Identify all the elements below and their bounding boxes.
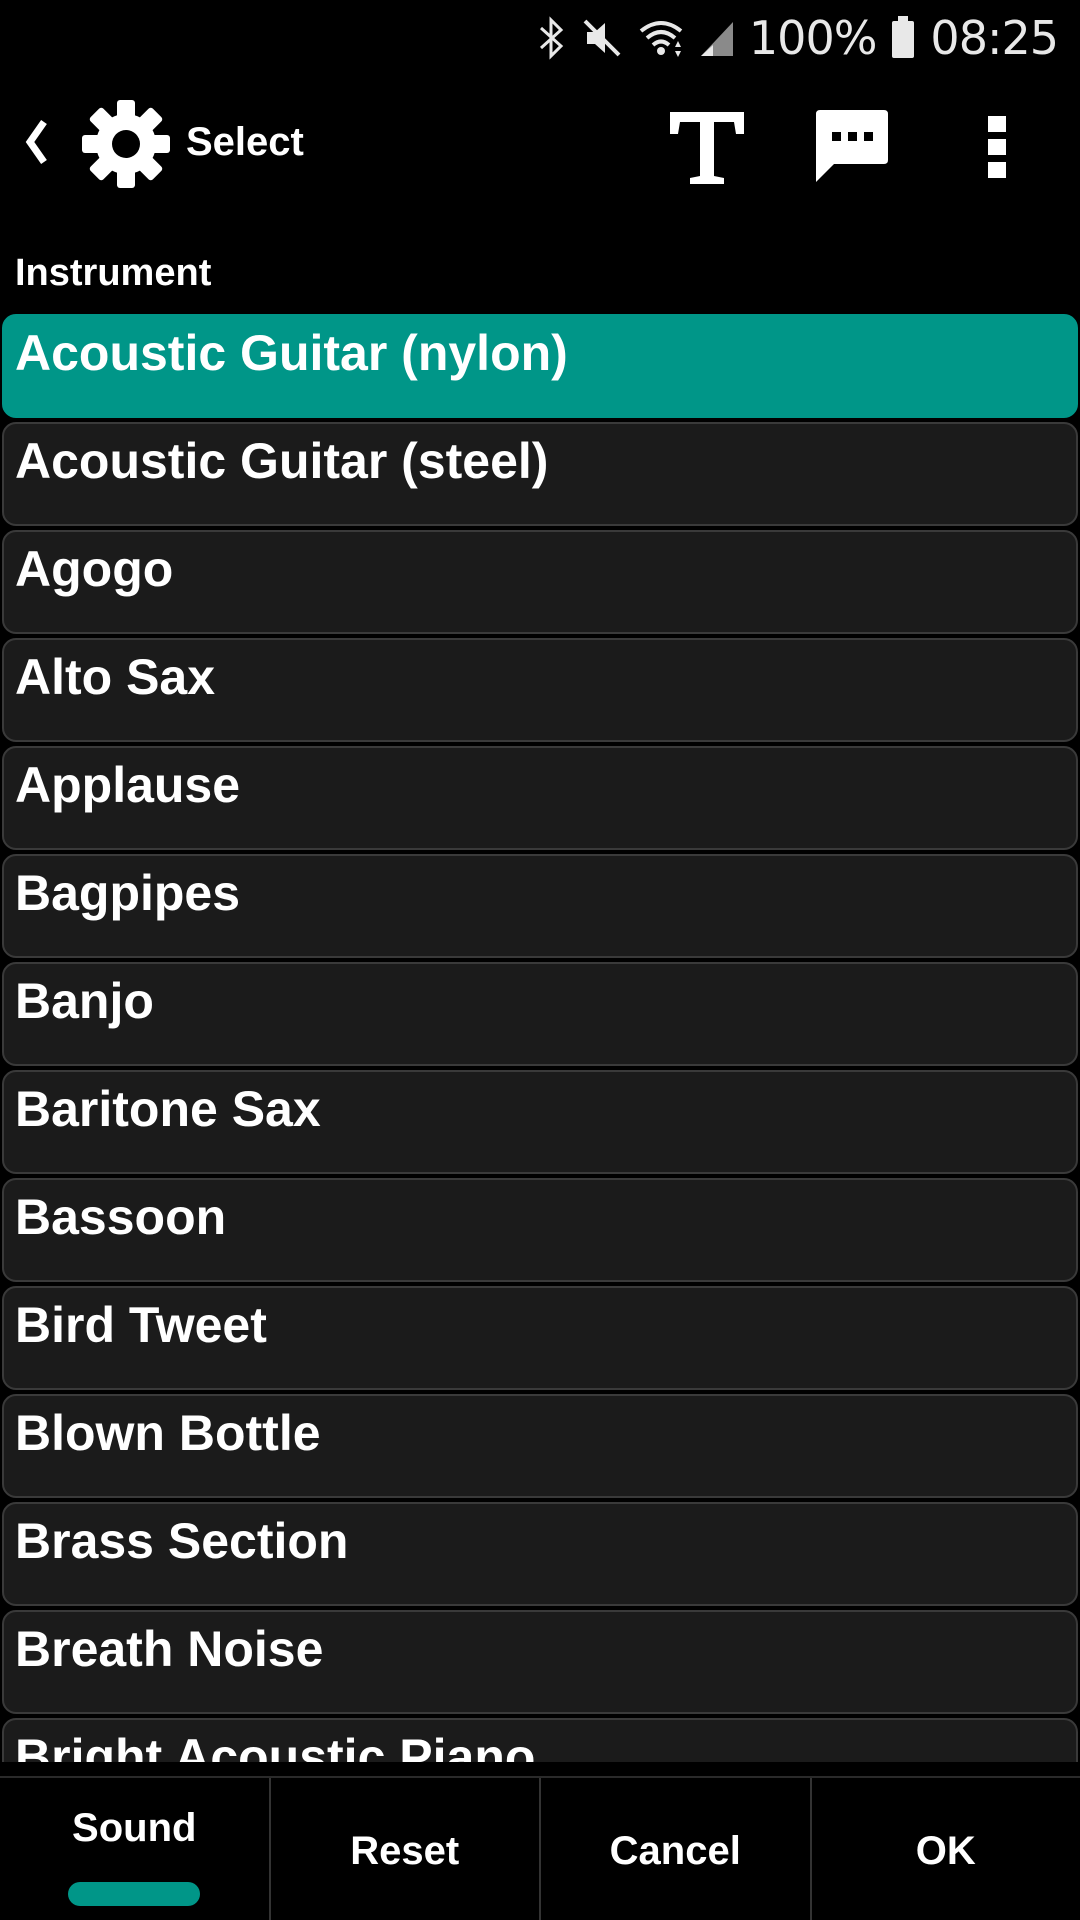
back-button[interactable] [22, 112, 62, 172]
chevron-left-icon [25, 119, 47, 165]
bluetooth-icon [537, 16, 567, 60]
list-item[interactable]: Baritone Sax [2, 1070, 1078, 1174]
list-item[interactable]: Bird Tweet [2, 1286, 1078, 1390]
list-item[interactable]: Acoustic Guitar (steel) [2, 422, 1078, 526]
battery-percent: 100% [748, 11, 878, 65]
cancel-button[interactable]: Cancel [541, 1778, 812, 1920]
app-root: 100% 08:25 Select Instrument Acoustic Gu… [0, 0, 1080, 1920]
list-item[interactable]: Agogo [2, 530, 1078, 634]
list-item[interactable]: Breath Noise [2, 1610, 1078, 1714]
list-item-label: Blown Bottle [15, 1405, 321, 1461]
instrument-list[interactable]: Acoustic Guitar (nylon) Acoustic Guitar (… [0, 314, 1080, 1762]
list-item[interactable]: Applause [2, 746, 1078, 850]
list-item-label: Acoustic Guitar (steel) [15, 433, 549, 489]
list-item-label: Agogo [15, 541, 174, 597]
list-item[interactable]: Bagpipes [2, 854, 1078, 958]
toolbar-title: Select [186, 120, 304, 164]
list-item-label: Bagpipes [15, 865, 241, 921]
reset-button[interactable]: Reset [271, 1778, 541, 1920]
text-format-icon [670, 112, 744, 184]
list-item[interactable]: Acoustic Guitar (nylon) [2, 314, 1078, 418]
list-item-label: Bird Tweet [15, 1297, 267, 1353]
sound-tab[interactable]: Sound [0, 1778, 271, 1920]
ok-button[interactable]: OK [812, 1778, 1080, 1920]
list-item[interactable]: Alto Sax [2, 638, 1078, 742]
list-item[interactable]: Bright Acoustic Piano [2, 1718, 1078, 1762]
cancel-button-label: Cancel [609, 1828, 741, 1873]
list-item[interactable]: Blown Bottle [2, 1394, 1078, 1498]
status-bar: 100% 08:25 [0, 0, 1080, 76]
list-item-label: Brass Section [15, 1513, 349, 1569]
gear-icon[interactable] [80, 98, 172, 190]
ok-button-label: OK [915, 1828, 976, 1873]
list-item[interactable]: Banjo [2, 962, 1078, 1066]
reset-button-label: Reset [350, 1828, 460, 1873]
list-item-label: Alto Sax [15, 649, 216, 705]
list-item-label: Baritone Sax [15, 1081, 321, 1137]
clock: 08:25 [930, 11, 1059, 65]
list-item-label: Banjo [15, 973, 154, 1029]
toolbar: Select [0, 86, 1080, 206]
more-vert-icon[interactable] [972, 112, 1022, 182]
list-item-label: Acoustic Guitar (nylon) [15, 325, 568, 381]
signal-icon [699, 18, 735, 58]
list-item[interactable]: Bassoon [2, 1178, 1078, 1282]
list-item-label: Bassoon [15, 1189, 227, 1245]
list-item[interactable]: Brass Section [2, 1502, 1078, 1606]
section-label: Instrument [15, 252, 212, 294]
text-format-button[interactable] [664, 104, 750, 190]
list-item-label: Bright Acoustic Piano [15, 1729, 536, 1762]
bottom-bar: Sound Reset Cancel OK [0, 1776, 1080, 1920]
list-item-label: Applause [15, 757, 241, 813]
sound-tab-label: Sound [72, 1806, 197, 1850]
comment-icon [816, 110, 888, 182]
comment-button[interactable] [812, 106, 892, 186]
wifi-icon [637, 17, 685, 59]
mute-icon [581, 17, 623, 59]
tab-indicator [68, 1882, 200, 1906]
battery-icon [890, 16, 916, 60]
list-item-label: Breath Noise [15, 1621, 324, 1677]
